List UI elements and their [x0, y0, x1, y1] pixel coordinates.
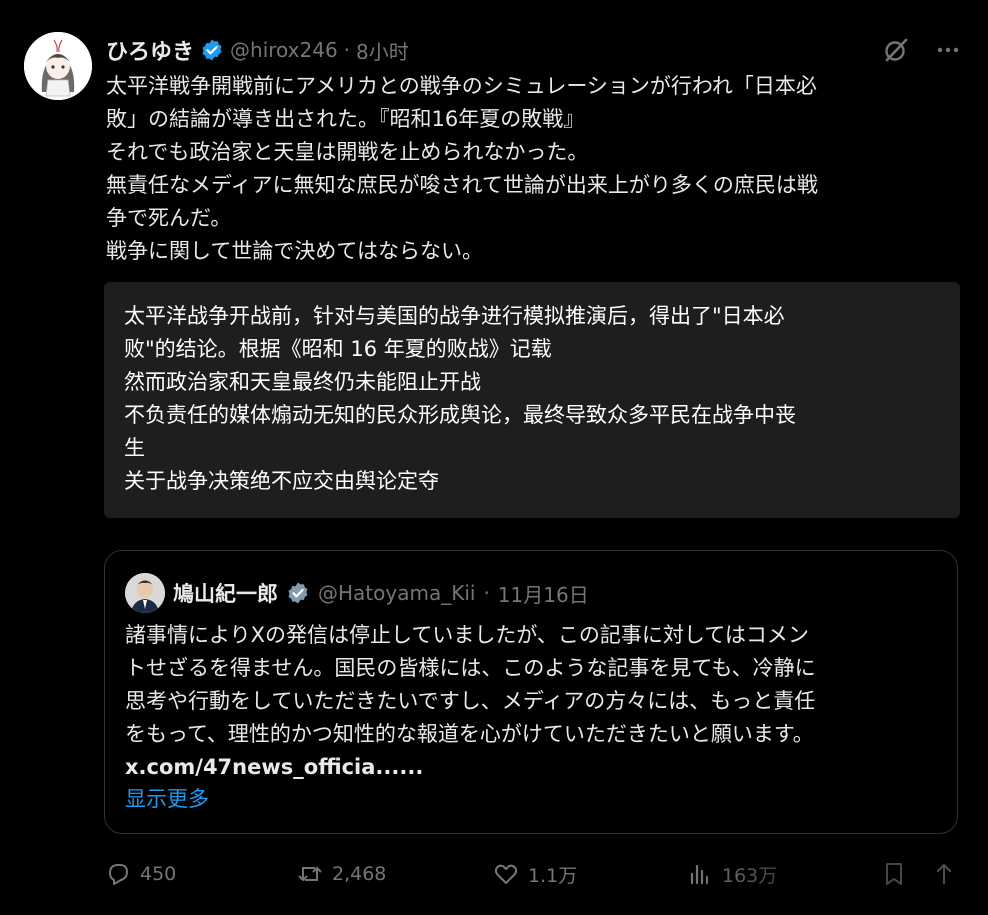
like-count: 1.1万 [528, 864, 578, 887]
share-button[interactable] [930, 856, 958, 892]
show-more-link[interactable]: 显示更多 [125, 783, 209, 816]
repost-count: 2,468 [332, 863, 387, 885]
views-button[interactable]: 163万 [686, 856, 777, 892]
avatar-anime-girl-icon [24, 32, 92, 100]
repost-icon [298, 866, 322, 882]
reply-button[interactable]: 450 [104, 856, 176, 892]
more-options-icon[interactable] [932, 34, 964, 66]
bookmark-button[interactable] [880, 856, 908, 892]
quoted-header-separator: · [483, 581, 490, 605]
quoted-author-avatar[interactable] [125, 573, 165, 613]
avatar-portrait-icon [125, 573, 165, 613]
quoted-author-name[interactable]: 鳩山紀一郎 [173, 578, 278, 608]
like-button[interactable]: 1.1万 [492, 856, 577, 892]
analytics-icon [690, 864, 709, 885]
post-time[interactable]: 8小时 [356, 36, 409, 65]
quoted-tweet-link[interactable]: x.com/47news_officia...... [125, 751, 423, 784]
tweet-top-actions [880, 34, 964, 66]
repost-button[interactable]: 2,468 [296, 856, 386, 892]
tweet-action-bar: 450 2,468 1.1万 163万 [104, 856, 964, 892]
quoted-author-handle[interactable]: @Hatoyama_Kii [318, 581, 475, 605]
share-icon [937, 864, 951, 884]
quoted-tweet[interactable]: 鳩山紀一郎 @Hatoyama_Kii · 11月16日 諸事情によりXの発信は… [104, 550, 958, 834]
author-name[interactable]: ひろゆき [106, 34, 194, 66]
grok-icon[interactable] [880, 34, 912, 66]
tweet-header: ひろゆき @hirox246 · 8小时 [106, 30, 409, 70]
quoted-tweet-header: 鳩山紀一郎 @Hatoyama_Kii · 11月16日 [125, 573, 589, 613]
translation-box: 太平洋战争开战前，针对与美国的战争进行模拟推演后，得出了"日本必 败"的结论。根… [104, 282, 960, 518]
quoted-post-date[interactable]: 11月16日 [498, 579, 589, 608]
translation-text: 太平洋战争开战前，针对与美国的战争进行模拟推演后，得出了"日本必 败"的结论。根… [124, 304, 796, 493]
reply-count: 450 [140, 863, 177, 885]
tweet-body: 太平洋戦争開戦前にアメリカとの戦争のシミュレーションが行われ「日本必 敗」の結論… [106, 74, 818, 263]
heart-icon [494, 864, 518, 884]
verified-badge-icon [200, 38, 224, 62]
bookmark-icon [886, 863, 902, 885]
author-avatar[interactable] [24, 32, 92, 100]
view-count: 163万 [722, 864, 778, 887]
author-handle[interactable]: @hirox246 [230, 38, 338, 62]
reply-icon [109, 864, 128, 885]
tweet: ひろゆき @hirox246 · 8小时 太平洋戦争開戦前にアメリカとの戦争のシ [0, 0, 988, 915]
header-separator: · [343, 38, 351, 62]
gray-verified-badge-icon [286, 581, 310, 605]
quoted-tweet-body: 諸事情によりXの発信は停止していましたが、この記事に対してはコメン トせざるを得… [125, 623, 816, 746]
